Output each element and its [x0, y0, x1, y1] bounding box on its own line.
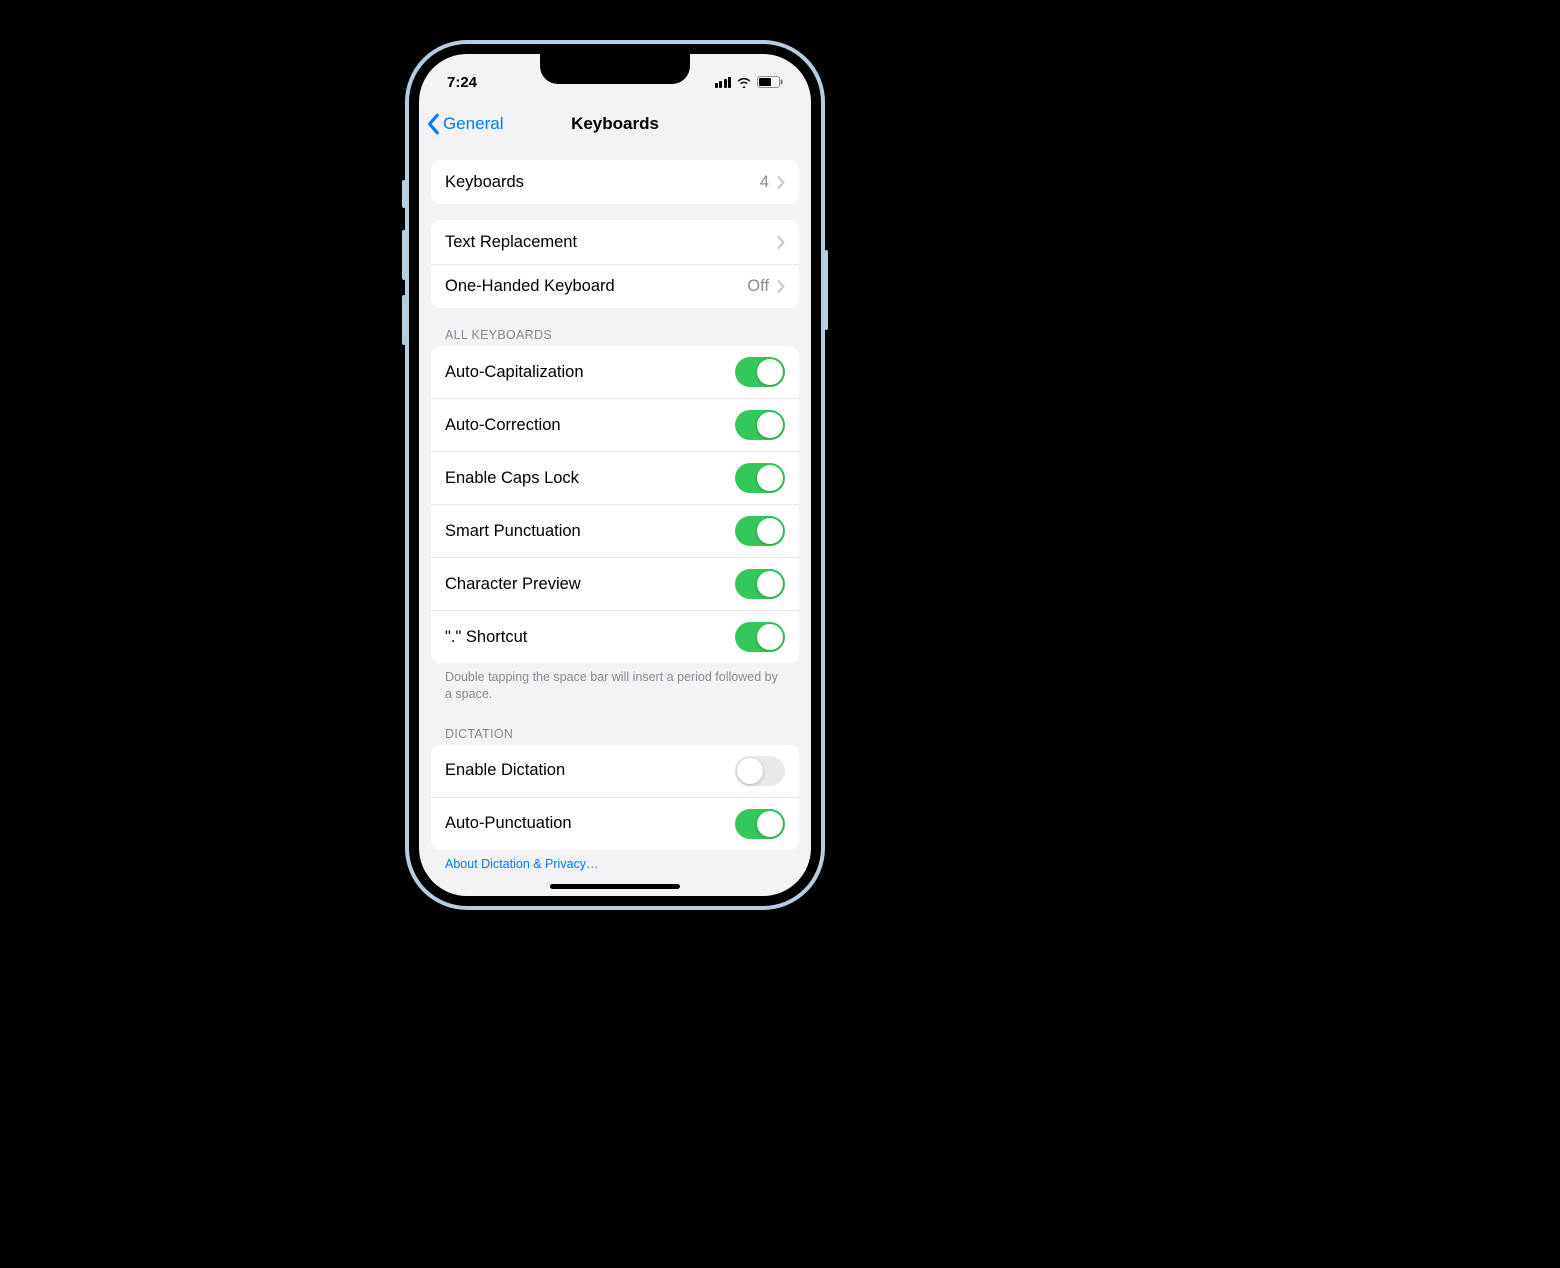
mute-switch: [402, 180, 406, 208]
screen: 7:24 General: [419, 54, 811, 896]
battery-icon: [757, 76, 783, 88]
group-header-english: ENGLISH: [431, 893, 799, 896]
row-auto-capitalization: Auto-Capitalization: [431, 346, 799, 398]
toggle-auto-capitalization[interactable]: [735, 357, 785, 387]
toggle-smart-punctuation[interactable]: [735, 516, 785, 546]
row-label: Keyboards: [445, 173, 524, 192]
row-label: Auto-Correction: [445, 416, 561, 435]
toggle-period-shortcut[interactable]: [735, 622, 785, 652]
row-label: Enable Caps Lock: [445, 469, 579, 488]
row-label: One-Handed Keyboard: [445, 277, 615, 296]
group-header-dictation: DICTATION: [431, 723, 799, 745]
row-period-shortcut: "." Shortcut: [431, 610, 799, 663]
status-time: 7:24: [447, 74, 477, 91]
row-text-replacement[interactable]: Text Replacement: [431, 220, 799, 264]
row-label: Auto-Capitalization: [445, 363, 584, 382]
cellular-icon: [715, 77, 732, 88]
group-keyboards: Keyboards 4: [431, 160, 799, 204]
status-icons: [715, 76, 784, 88]
home-indicator: [550, 884, 680, 889]
row-enable-caps-lock: Enable Caps Lock: [431, 451, 799, 504]
volume-up-button: [402, 230, 406, 280]
chevron-right-icon: [777, 176, 785, 189]
group-text: Text Replacement One-Handed Keyboard Off: [431, 220, 799, 308]
row-label: Enable Dictation: [445, 761, 565, 780]
group-footer-all: Double tapping the space bar will insert…: [431, 663, 799, 707]
wifi-icon: [736, 76, 752, 88]
group-header-all: ALL KEYBOARDS: [431, 324, 799, 346]
toggle-auto-correction[interactable]: [735, 410, 785, 440]
one-handed-value: Off: [747, 277, 769, 296]
row-label: "." Shortcut: [445, 628, 527, 647]
row-character-preview: Character Preview: [431, 557, 799, 610]
row-auto-correction: Auto-Correction: [431, 398, 799, 451]
group-english: ENGLISH: [431, 893, 799, 896]
notch: [540, 54, 690, 84]
keyboards-count: 4: [760, 173, 769, 192]
group-dictation: DICTATION Enable Dictation Auto-Punctuat…: [431, 723, 799, 877]
group-all-keyboards: ALL KEYBOARDS Auto-Capitalization Auto-C…: [431, 324, 799, 707]
row-one-handed-keyboard[interactable]: One-Handed Keyboard Off: [431, 264, 799, 308]
toggle-character-preview[interactable]: [735, 569, 785, 599]
settings-content: Keyboards 4 Text Replacement: [419, 146, 811, 896]
row-label: Character Preview: [445, 575, 581, 594]
phone-frame: 7:24 General: [405, 40, 825, 910]
row-enable-dictation: Enable Dictation: [431, 745, 799, 797]
row-auto-punctuation: Auto-Punctuation: [431, 797, 799, 850]
toggle-auto-punctuation[interactable]: [735, 809, 785, 839]
row-keyboards[interactable]: Keyboards 4: [431, 160, 799, 204]
back-label: General: [443, 114, 503, 134]
volume-down-button: [402, 295, 406, 345]
nav-bar: General Keyboards: [419, 102, 811, 146]
toggle-caps-lock[interactable]: [735, 463, 785, 493]
row-label: Smart Punctuation: [445, 522, 581, 541]
row-label: Auto-Punctuation: [445, 814, 572, 833]
back-button[interactable]: General: [427, 113, 503, 135]
row-label: Text Replacement: [445, 233, 577, 252]
power-button: [824, 250, 828, 330]
row-smart-punctuation: Smart Punctuation: [431, 504, 799, 557]
chevron-right-icon: [777, 236, 785, 249]
toggle-enable-dictation[interactable]: [735, 756, 785, 786]
about-dictation-link[interactable]: About Dictation & Privacy…: [431, 850, 799, 877]
chevron-right-icon: [777, 280, 785, 293]
